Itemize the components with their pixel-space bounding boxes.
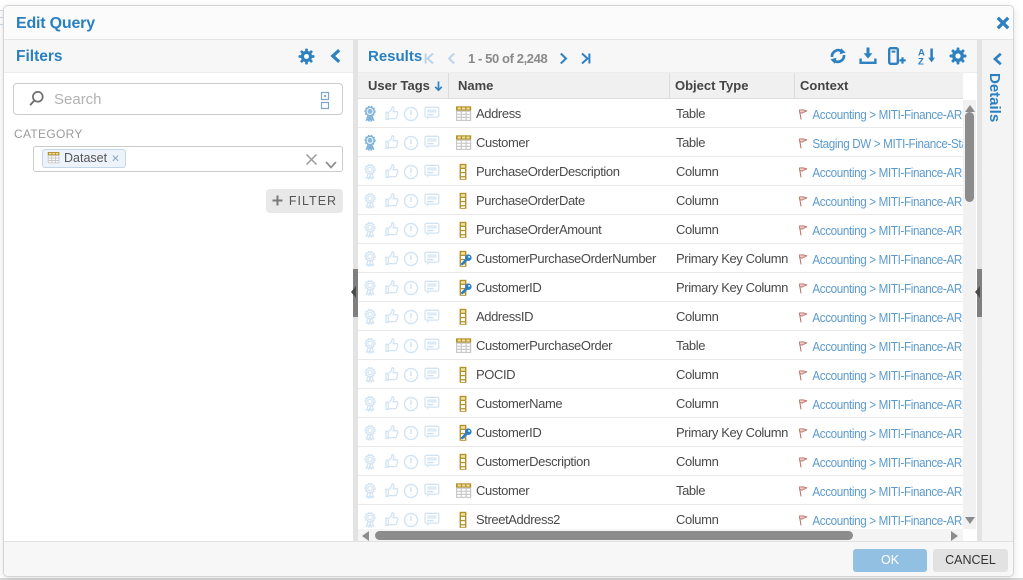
svg-text:Z: Z	[918, 57, 924, 66]
